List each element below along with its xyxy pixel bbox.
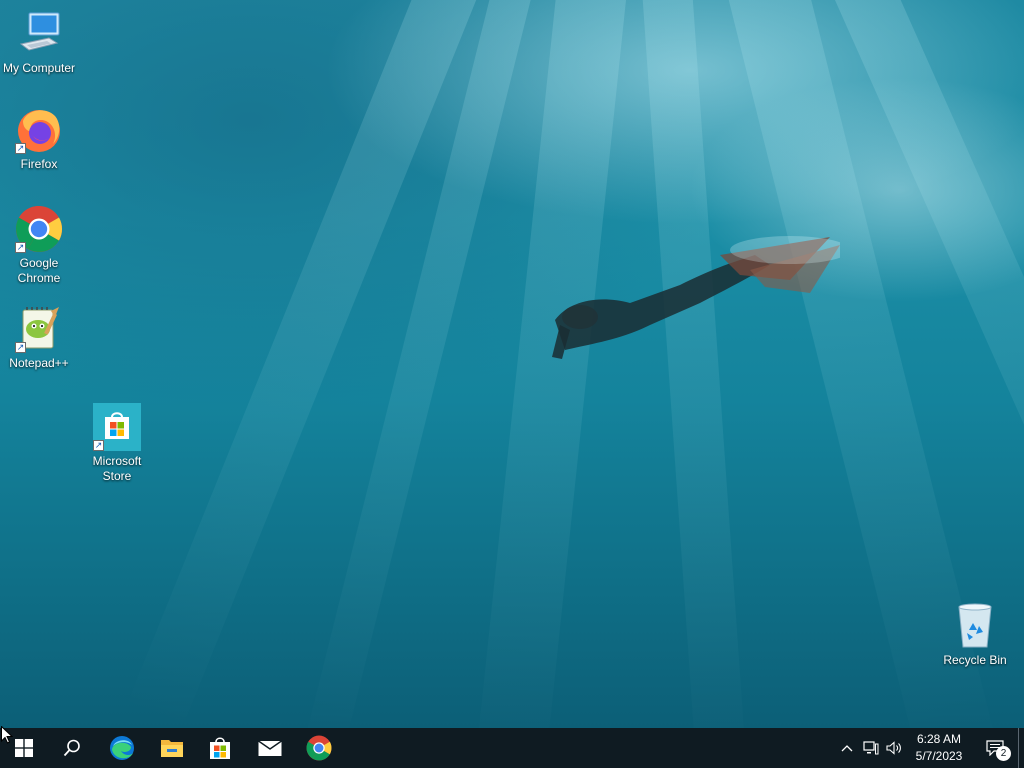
taskbar-mail[interactable] — [246, 728, 294, 768]
computer-icon — [15, 10, 63, 58]
network-button[interactable] — [860, 728, 882, 768]
action-center-button[interactable]: 2 — [978, 728, 1012, 768]
desktop-icon-label: Google Chrome — [17, 256, 61, 285]
desktop: My Computer ↗ Firefox ↗ Google Chrome ↗ … — [0, 0, 1024, 728]
search-icon — [63, 739, 80, 757]
firefox-icon: ↗ — [15, 106, 63, 154]
desktop-icon-label: Firefox — [20, 157, 58, 171]
taskbar: 6:28 AM 5/7/2023 2 — [0, 728, 1024, 768]
mouse-cursor — [1, 726, 13, 744]
desktop-icon-recycle-bin[interactable]: Recycle Bin — [936, 602, 1014, 668]
taskbar-chrome[interactable] — [295, 728, 343, 768]
chrome-icon: ↗ — [15, 205, 63, 253]
desktop-icon-microsoft-store[interactable]: ↗ Microsoft Store — [78, 403, 156, 484]
taskbar-clock[interactable]: 6:28 AM 5/7/2023 — [904, 731, 974, 765]
show-hidden-icons-button[interactable] — [837, 728, 857, 768]
volume-icon — [886, 741, 901, 755]
edge-icon — [110, 736, 134, 760]
taskbar-file-explorer[interactable] — [148, 728, 196, 768]
network-icon — [863, 741, 879, 755]
clock-date: 5/7/2023 — [915, 749, 963, 763]
taskbar-store[interactable] — [196, 728, 244, 768]
desktop-icon-label: Recycle Bin — [943, 653, 1007, 667]
desktop-icon-google-chrome[interactable]: ↗ Google Chrome — [0, 205, 78, 286]
store-icon: ↗ — [93, 403, 141, 451]
show-desktop-button[interactable] — [1018, 728, 1024, 768]
chevron-up-icon — [841, 745, 853, 752]
notification-count-badge: 2 — [996, 746, 1011, 761]
file-explorer-icon — [161, 740, 183, 757]
chrome-icon — [306, 735, 332, 761]
desktop-icon-my-computer[interactable]: My Computer — [0, 10, 78, 76]
taskbar-edge[interactable] — [98, 728, 146, 768]
volume-button[interactable] — [883, 728, 905, 768]
mail-icon — [258, 740, 282, 756]
desktop-icon-label: Notepad++ — [9, 356, 69, 370]
shortcut-arrow-icon: ↗ — [15, 242, 26, 253]
notepadpp-icon: ↗ — [15, 305, 63, 353]
shortcut-arrow-icon: ↗ — [15, 342, 26, 353]
store-icon — [210, 737, 230, 759]
freediver-wallpaper-figure — [552, 236, 840, 359]
desktop-icon-firefox[interactable]: ↗ Firefox — [0, 106, 78, 172]
start-icon — [15, 739, 33, 757]
clock-time: 6:28 AM — [916, 732, 962, 746]
recycle-bin-icon — [951, 602, 999, 650]
desktop-icon-label: My Computer — [2, 61, 76, 75]
search-button[interactable] — [48, 728, 96, 768]
desktop-icon-notepadpp[interactable]: ↗ Notepad++ — [0, 305, 78, 371]
desktop-icon-label: Microsoft Store — [92, 454, 142, 483]
shortcut-arrow-icon: ↗ — [15, 143, 26, 154]
shortcut-arrow-icon: ↗ — [93, 440, 104, 451]
